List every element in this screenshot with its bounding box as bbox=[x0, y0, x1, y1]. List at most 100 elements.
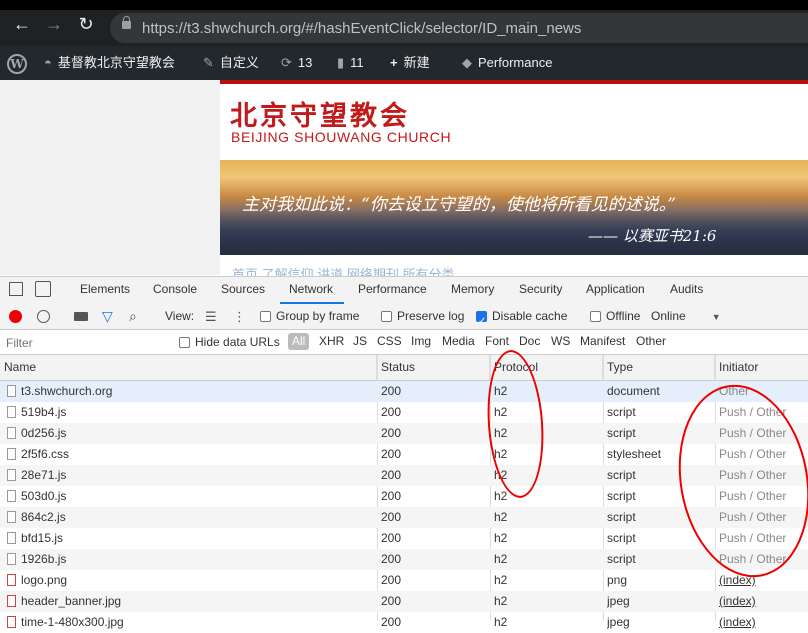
throttling-select[interactable]: Online ▼ bbox=[651, 304, 721, 329]
search-icon[interactable]: ⌕ bbox=[129, 304, 137, 329]
request-protocol: h2 bbox=[494, 615, 508, 629]
site-name-link[interactable]: ◓ 基督教北京守望教会 bbox=[44, 46, 175, 80]
request-row[interactable]: t3.shwchurch.org 200 h2 document Other bbox=[0, 381, 808, 402]
column-header-initiator[interactable]: Initiator bbox=[715, 355, 808, 380]
filter-type-font[interactable]: Font bbox=[481, 333, 513, 350]
request-name-cell: header_banner.jpg bbox=[0, 591, 375, 612]
column-header-status[interactable]: Status bbox=[377, 355, 490, 380]
file-icon bbox=[7, 616, 16, 628]
request-initiator[interactable]: (index) bbox=[719, 612, 808, 633]
request-row[interactable]: logo.png 200 h2 png (index) bbox=[0, 570, 808, 591]
request-status: 200 bbox=[381, 531, 402, 545]
device-toolbar-icon[interactable] bbox=[35, 281, 51, 297]
request-name: 2f5f6.css bbox=[21, 447, 70, 461]
filter-type-other[interactable]: Other bbox=[632, 333, 670, 350]
address-bar[interactable]: https://t3.shwchurch.org/#/hashEventClic… bbox=[110, 13, 808, 43]
request-name-cell: 1926b.js bbox=[0, 549, 375, 570]
reload-icon[interactable]: ↻ bbox=[76, 14, 96, 34]
request-protocol: h2 bbox=[494, 594, 508, 608]
customize-link[interactable]: ✎ 自定义 bbox=[203, 46, 259, 80]
filter-type-xhr[interactable]: XHR bbox=[315, 333, 348, 350]
request-protocol: h2 bbox=[494, 510, 508, 524]
request-name-cell: 864c2.js bbox=[0, 507, 375, 528]
tab-network[interactable]: Network bbox=[280, 277, 344, 304]
request-status: 200 bbox=[381, 405, 402, 419]
file-icon bbox=[7, 448, 16, 460]
inspect-element-icon[interactable] bbox=[9, 282, 23, 296]
tab-audits[interactable]: Audits bbox=[670, 277, 703, 304]
new-content-link[interactable]: + 新建 bbox=[390, 46, 430, 80]
tab-memory[interactable]: Memory bbox=[451, 277, 494, 304]
filter-input[interactable] bbox=[4, 333, 170, 353]
tab-security[interactable]: Security bbox=[519, 277, 562, 304]
comments-link[interactable]: ▮ 11 bbox=[337, 46, 364, 80]
request-row[interactable]: 1926b.js 200 h2 script Push / Other bbox=[0, 549, 808, 570]
group-by-frame-checkbox[interactable]: Group by frame bbox=[260, 304, 359, 329]
request-name-cell: time-1-480x300.jpg bbox=[0, 612, 375, 633]
file-icon bbox=[7, 511, 16, 523]
file-icon bbox=[7, 574, 16, 586]
offline-checkbox[interactable]: Offline bbox=[590, 304, 640, 329]
disable-cache-label: Disable cache bbox=[492, 309, 568, 323]
column-header-type[interactable]: Type bbox=[603, 355, 715, 380]
request-protocol: h2 bbox=[494, 552, 508, 566]
filter-type-all[interactable]: All bbox=[288, 333, 310, 350]
checkbox-icon bbox=[590, 311, 601, 322]
preserve-log-checkbox[interactable]: Preserve log bbox=[381, 304, 464, 329]
forward-icon[interactable]: → bbox=[44, 14, 64, 34]
tab-application[interactable]: Application bbox=[586, 277, 645, 304]
wordpress-logo-icon[interactable]: W bbox=[7, 46, 27, 80]
file-icon bbox=[7, 553, 16, 565]
updates-link[interactable]: ⟳ 13 bbox=[281, 46, 312, 80]
request-protocol: h2 bbox=[494, 573, 508, 587]
request-row[interactable]: bfd15.js 200 h2 script Push / Other bbox=[0, 528, 808, 549]
filter-icon[interactable]: ▽ bbox=[102, 304, 113, 329]
performance-link[interactable]: ◆ Performance bbox=[462, 46, 552, 80]
file-icon bbox=[7, 406, 16, 418]
filter-type-ws[interactable]: WS bbox=[547, 333, 574, 350]
column-header-name[interactable]: Name bbox=[0, 355, 377, 380]
clear-icon[interactable] bbox=[37, 310, 50, 323]
filter-type-img[interactable]: Img bbox=[407, 333, 435, 350]
checkbox-icon bbox=[381, 311, 392, 322]
tab-sources[interactable]: Sources bbox=[221, 277, 265, 304]
disable-cache-checkbox[interactable]: Disable cache bbox=[476, 304, 568, 334]
filter-type-media[interactable]: Media bbox=[438, 333, 479, 350]
comment-icon: ▮ bbox=[337, 55, 345, 70]
request-initiator[interactable]: (index) bbox=[719, 591, 808, 612]
request-row[interactable]: time-1-480x300.jpg 200 h2 jpeg (index) bbox=[0, 612, 808, 633]
comments-count: 11 bbox=[350, 55, 364, 70]
request-name-cell: 519b4.js bbox=[0, 402, 375, 423]
tab-performance[interactable]: Performance bbox=[358, 277, 427, 304]
new-label: 新建 bbox=[403, 55, 430, 70]
waterfall-icon[interactable]: ⋮ bbox=[233, 304, 246, 329]
record-icon[interactable] bbox=[9, 310, 22, 323]
capture-screenshots-icon[interactable] bbox=[74, 312, 88, 321]
throttling-value: Online bbox=[651, 309, 686, 323]
checkbox-icon bbox=[179, 337, 190, 348]
checkbox-checked-icon bbox=[476, 309, 487, 334]
large-rows-icon[interactable]: ☰ bbox=[205, 304, 217, 329]
file-icon bbox=[7, 469, 16, 481]
file-icon bbox=[7, 595, 16, 607]
network-toolbar: ▽ ⌕ View: ☰ ⋮ Group by frame Preserve lo… bbox=[0, 304, 808, 334]
request-status: 200 bbox=[381, 447, 402, 461]
tab-elements[interactable]: Elements bbox=[80, 277, 130, 304]
filter-type-css[interactable]: CSS bbox=[373, 333, 406, 350]
filter-type-js[interactable]: JS bbox=[349, 333, 371, 350]
request-name: 519b4.js bbox=[21, 405, 67, 419]
devtools-tab-bar: Elements Console Sources Network Perform… bbox=[0, 276, 808, 305]
site-logo-subtitle: BEIJING SHOUWANG CHURCH bbox=[231, 129, 452, 145]
filter-type-manifest[interactable]: Manifest bbox=[576, 333, 629, 350]
request-row[interactable]: header_banner.jpg 200 h2 jpeg (index) bbox=[0, 591, 808, 612]
request-name: logo.png bbox=[21, 573, 68, 587]
site-logo-title[interactable]: 北京守望教会 bbox=[230, 94, 410, 133]
filter-type-doc[interactable]: Doc bbox=[515, 333, 544, 350]
request-type: document bbox=[607, 384, 660, 398]
requests-table-header: Name Status Protocol Type Initiator bbox=[0, 355, 808, 381]
file-icon bbox=[7, 427, 16, 439]
request-status: 200 bbox=[381, 510, 402, 524]
back-icon[interactable]: ← bbox=[12, 14, 32, 34]
tab-console[interactable]: Console bbox=[153, 277, 197, 304]
hide-data-urls-checkbox[interactable]: Hide data URLs bbox=[179, 330, 280, 354]
